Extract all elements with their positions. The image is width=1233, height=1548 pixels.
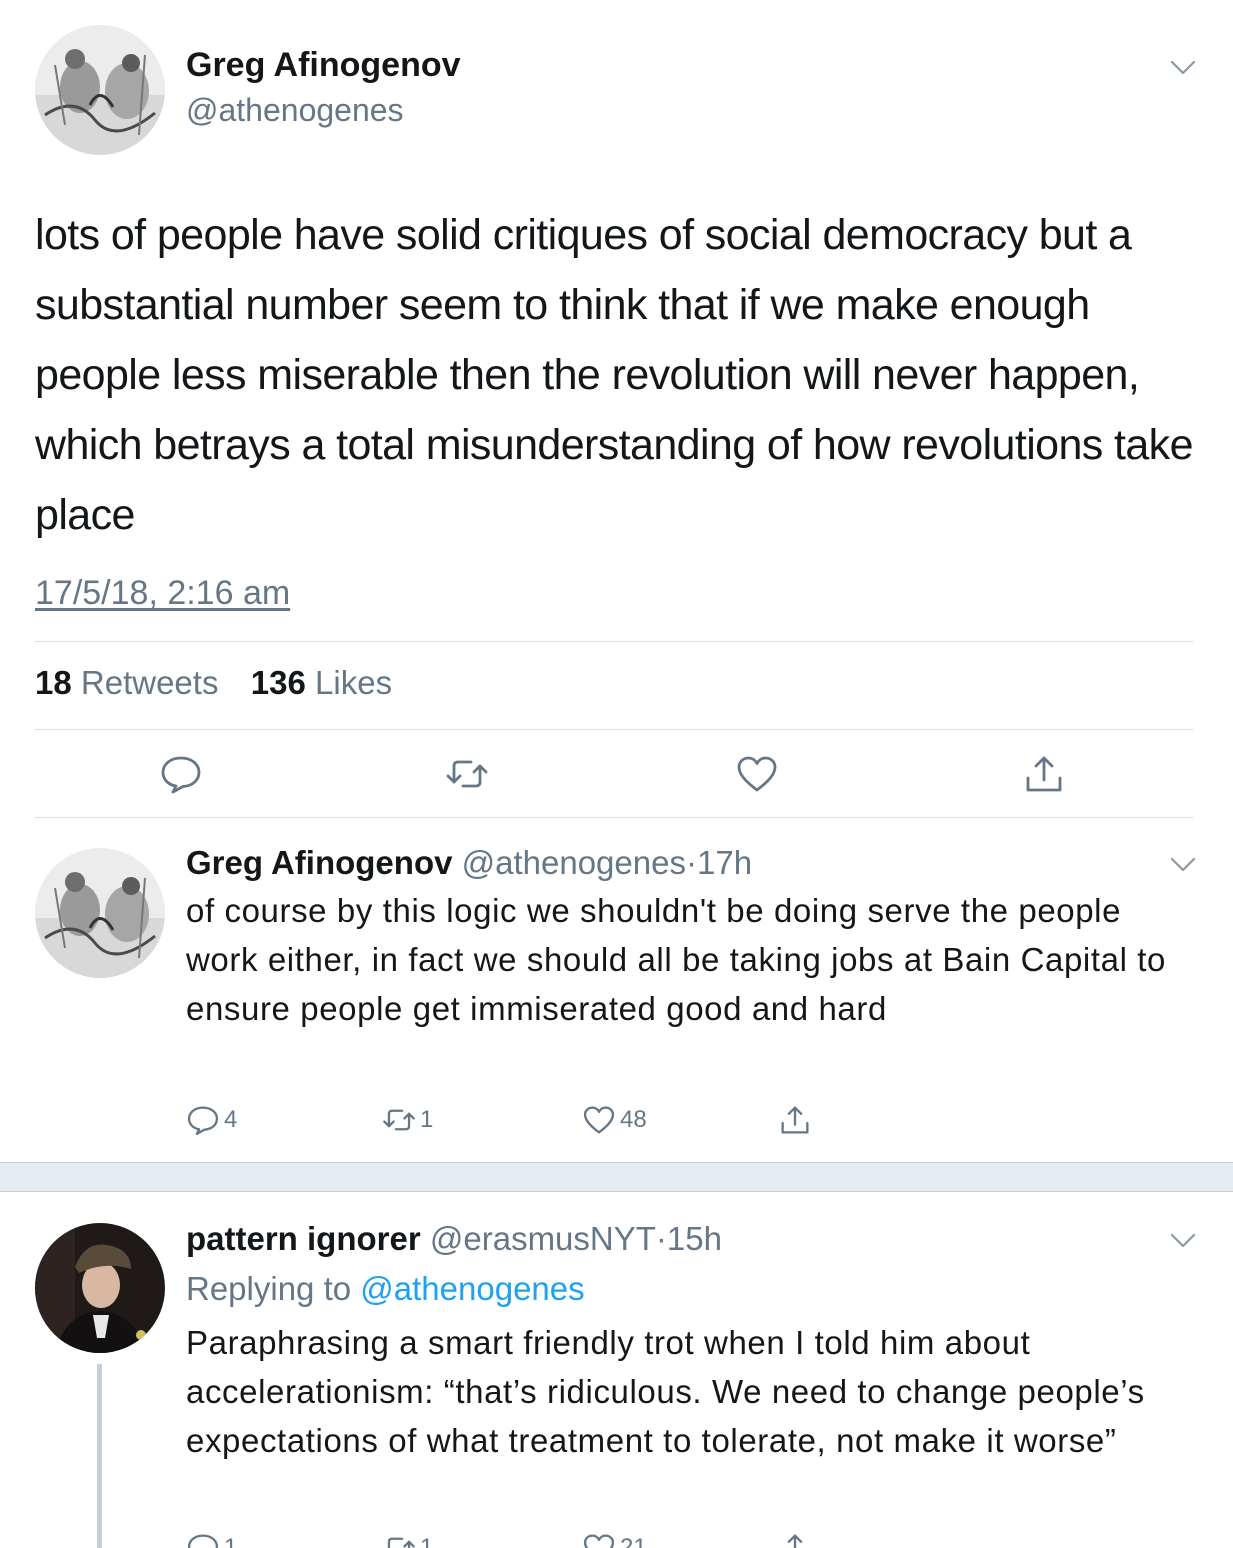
engraving-avatar-icon	[35, 25, 165, 155]
reply-button[interactable]: 4	[186, 1102, 237, 1138]
like-count: 48	[620, 1106, 647, 1133]
chevron-down-icon[interactable]	[1170, 857, 1196, 873]
share-icon	[778, 1531, 812, 1548]
reply-icon	[186, 1103, 220, 1137]
replying-to: Replying to @athenogenes	[186, 1270, 585, 1308]
retweet-button[interactable]: 1	[382, 1102, 433, 1138]
retweet-count: 1	[420, 1534, 434, 1548]
divider	[35, 817, 1193, 818]
chevron-down-icon[interactable]	[1170, 60, 1196, 76]
reply-header: pattern ignorer @erasmusNYT·15h	[186, 1220, 722, 1258]
likes-label[interactable]: Likes	[315, 664, 392, 701]
tweet-age[interactable]: 17h	[697, 844, 752, 881]
reply-count: 4	[224, 1106, 238, 1133]
like-icon[interactable]	[735, 752, 779, 796]
avatar[interactable]	[35, 848, 165, 978]
retweets-count[interactable]: 18	[35, 664, 72, 701]
share-icon[interactable]	[1022, 752, 1066, 796]
retweet-count: 1	[420, 1106, 434, 1133]
chevron-down-icon[interactable]	[1170, 1233, 1196, 1249]
retweets-label[interactable]: Retweets	[81, 664, 219, 701]
tweet-age[interactable]: 15h	[667, 1220, 722, 1257]
photo-avatar-icon	[35, 1223, 165, 1353]
reply-text: Paraphrasing a smart friendly trot when …	[186, 1324, 1145, 1459]
reply-header: Greg Afinogenov @athenogenes·17h	[186, 844, 752, 882]
divider	[35, 641, 1193, 642]
avatar[interactable]	[35, 25, 165, 155]
conversation-separator	[0, 1162, 1233, 1192]
author-name[interactable]: Greg Afinogenov	[186, 844, 452, 881]
retweet-button[interactable]: 1	[382, 1530, 433, 1548]
author-name[interactable]: Greg Afinogenov	[186, 46, 461, 85]
avatar[interactable]	[35, 1223, 165, 1353]
author-handle[interactable]: @athenogenes	[186, 92, 404, 129]
separator: ·	[655, 1220, 667, 1257]
separator: ·	[685, 844, 697, 881]
reply-icon[interactable]	[159, 752, 203, 796]
reply-button[interactable]: 1	[186, 1530, 237, 1548]
engagement-stats: 18 Retweets 136 Likes	[35, 664, 392, 702]
like-icon	[582, 1531, 616, 1548]
author-name[interactable]: pattern ignorer	[186, 1220, 421, 1257]
replying-prefix: Replying to	[186, 1270, 352, 1307]
reply-count: 1	[224, 1534, 238, 1548]
share-icon	[778, 1103, 812, 1137]
like-button[interactable]: 48	[582, 1102, 647, 1138]
like-button[interactable]: 21	[582, 1530, 647, 1548]
likes-count[interactable]: 136	[251, 664, 306, 701]
share-button[interactable]	[778, 1530, 812, 1548]
thread-connector	[97, 1364, 102, 1548]
like-count: 21	[620, 1534, 647, 1548]
retweet-icon	[382, 1531, 416, 1548]
tweet-timestamp[interactable]: 17/5/18, 2:16 am	[35, 574, 290, 613]
tweet-text: lots of people have solid critiques of s…	[35, 211, 1194, 539]
reply-text: of course by this logic we shouldn't be …	[186, 892, 1166, 1027]
like-icon	[582, 1103, 616, 1137]
retweet-icon	[382, 1103, 416, 1137]
replying-to-link[interactable]: @athenogenes	[360, 1270, 584, 1307]
retweet-icon[interactable]	[445, 752, 489, 796]
engraving-avatar-icon	[35, 848, 165, 978]
share-button[interactable]	[778, 1102, 812, 1138]
author-handle[interactable]: @athenogenes	[462, 844, 686, 881]
reply-icon	[186, 1531, 220, 1548]
divider	[35, 729, 1193, 730]
author-handle[interactable]: @erasmusNYT	[430, 1220, 656, 1257]
